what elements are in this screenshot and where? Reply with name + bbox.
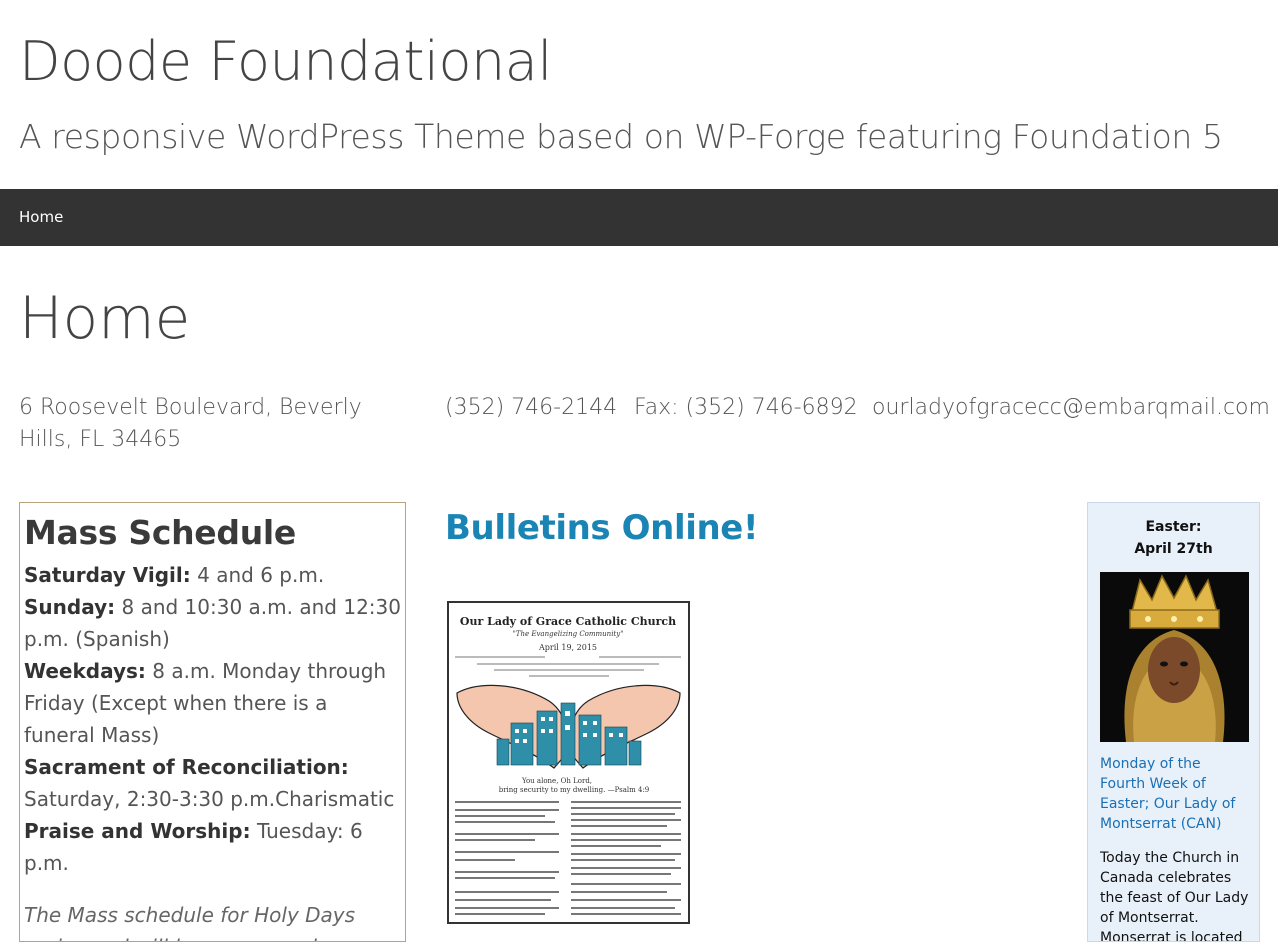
main-navbar: Home <box>0 189 1278 246</box>
saint-description: Today the Church in Canada celebrates th… <box>1100 850 1249 942</box>
saint-day-label: Easter: <box>1145 519 1202 535</box>
saint-date: April 27th <box>1134 541 1213 557</box>
site-title[interactable]: Doode Foundational <box>19 30 552 95</box>
page-title: Home <box>19 284 191 352</box>
mass-reconciliation: Sacrament of Reconciliation: Saturday, 2… <box>24 751 401 815</box>
mass-sunday-label: Sunday: <box>24 595 116 620</box>
contact-fax: Fax: (352) 746-6892 <box>634 395 858 420</box>
mass-saturday-label: Saturday Vigil: <box>24 563 191 588</box>
bulletins-heading[interactable]: Bulletins Online! <box>445 508 758 548</box>
bulletin-cover-image: Our Lady of Grace Catholic Church "The E… <box>455 615 681 915</box>
bulletin-header-lines <box>455 656 681 677</box>
nav-item-home[interactable]: Home <box>19 208 63 226</box>
mass-holy-days-note: The Mass schedule for Holy Days varies a… <box>24 903 356 941</box>
hands-illustration <box>456 684 681 769</box>
contact-email[interactable]: ourladyofgracecc@embarqmail.com <box>872 392 1270 424</box>
bulletin-thumbnail[interactable]: Our Lady of Grace Catholic Church "The E… <box>447 601 690 924</box>
saint-image[interactable] <box>1100 572 1249 742</box>
mass-schedule-title: Mass Schedule <box>24 513 296 552</box>
mass-reconciliation-text: Saturday, 2:30-3:30 p.m.Charismatic <box>24 787 395 812</box>
bulletin-date: April 19, 2015 <box>538 643 597 652</box>
contact-address: 6 Roosevelt Boulevard, Beverly Hills, FL… <box>19 395 362 452</box>
mass-saturday-text: 4 and 6 p.m. <box>190 563 325 588</box>
site-tagline: A responsive WordPress Theme based on WP… <box>19 117 1223 156</box>
mass-sunday: Sunday: 8 and 10:30 a.m. and 12:30 p.m. … <box>24 591 401 655</box>
mass-praise-label: Praise and Worship: <box>24 819 251 844</box>
mass-reconciliation-label: Sacrament of Reconciliation: <box>24 755 349 780</box>
mass-praise: Praise and Worship: Tuesday: 6 p.m. <box>24 815 401 879</box>
mass-weekdays-label: Weekdays: <box>24 659 146 684</box>
our-lady-statue-image <box>1100 572 1249 742</box>
bulletin-church-name: Our Lady of Grace Catholic Church <box>460 615 676 628</box>
mass-schedule-box: Mass Schedule Saturday Vigil: 4 and 6 p.… <box>19 502 406 942</box>
mass-saturday: Saturday Vigil: 4 and 6 p.m. <box>24 559 401 591</box>
bulletin-motto: "The Evangelizing Community" <box>513 630 624 638</box>
bulletin-verse-line1: You alone, Oh Lord, <box>521 777 592 785</box>
contact-phone: (352) 746-2144 <box>445 395 618 420</box>
saint-of-the-day-box: Easter: April 27th Monday of the Fourth … <box>1087 502 1260 942</box>
bulletin-text-columns <box>455 801 681 915</box>
bulletin-verse-line2: bring security to my dwelling. —Psalm 4:… <box>499 786 650 794</box>
saint-of-the-day-link[interactable]: Monday of the Fourth Week of Easter; Our… <box>1100 754 1250 834</box>
mass-weekdays: Weekdays: 8 a.m. Monday through Friday (… <box>24 655 401 751</box>
